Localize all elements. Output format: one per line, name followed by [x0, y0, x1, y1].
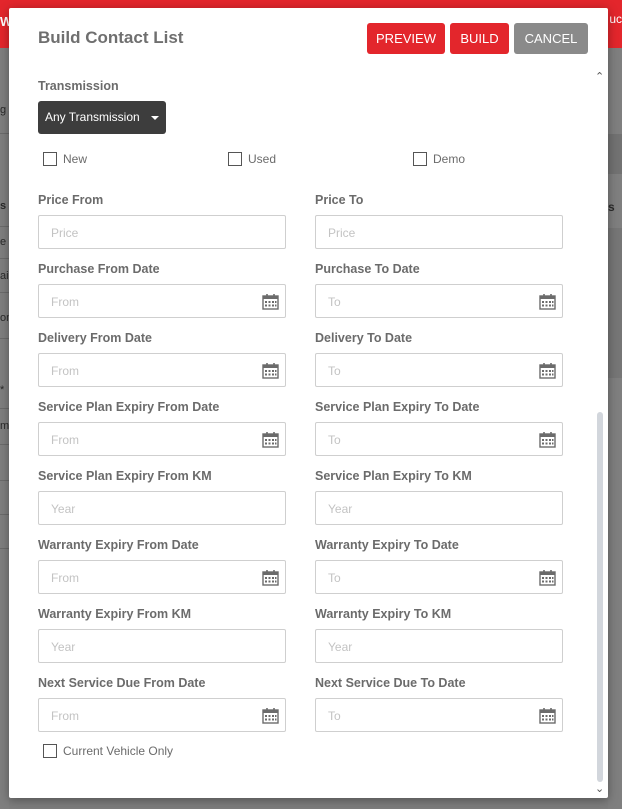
checkbox-demo-box[interactable] [413, 152, 427, 166]
cancel-button[interactable]: CANCEL [514, 23, 588, 54]
price-from-label: Price From [38, 193, 104, 207]
purchase-to-date-input[interactable]: To [315, 284, 563, 318]
caret-down-icon [151, 116, 159, 120]
checkbox-used[interactable]: Used [228, 152, 276, 166]
next-service-due-to-date-label: Next Service Due To Date [315, 676, 466, 690]
modal-header: Build Contact List PREVIEW BUILD CANCEL [9, 8, 608, 66]
modal-title: Build Contact List [38, 28, 184, 47]
calendar-icon[interactable] [539, 707, 556, 724]
transmission-label: Transmission [38, 79, 119, 93]
purchase-from-date-input[interactable]: From [38, 284, 286, 318]
warranty-expiry-from-km-input[interactable]: Year [38, 629, 286, 663]
build-button[interactable]: BUILD [450, 23, 509, 54]
warranty-expiry-from-date-placeholder: From [51, 571, 79, 585]
calendar-icon[interactable] [262, 362, 279, 379]
purchase-to-placeholder: To [328, 295, 341, 309]
next-service-due-to-date-input[interactable]: To [315, 698, 563, 732]
calendar-icon[interactable] [262, 293, 279, 310]
service-plan-expiry-to-date-placeholder: To [328, 433, 341, 447]
scrollbar-thumb[interactable] [597, 412, 603, 782]
calendar-icon[interactable] [539, 362, 556, 379]
scroll-up-icon[interactable]: ⌃ [595, 70, 604, 83]
service-plan-expiry-from-km-placeholder: Year [51, 502, 76, 516]
transmission-dropdown[interactable]: Any Transmission [38, 101, 166, 134]
service-plan-expiry-to-km-placeholder: Year [328, 502, 353, 516]
service-plan-expiry-from-km-input[interactable]: Year [38, 491, 286, 525]
checkbox-demo[interactable]: Demo [413, 152, 465, 166]
checkbox-used-label: Used [248, 152, 277, 166]
next-service-due-from-date-input[interactable]: From [38, 698, 286, 732]
price-to-placeholder: Price [328, 226, 356, 240]
warranty-expiry-from-date-label: Warranty Expiry From Date [38, 538, 199, 552]
warranty-expiry-to-km-placeholder: Year [328, 640, 353, 654]
checkbox-used-box[interactable] [228, 152, 242, 166]
calendar-icon[interactable] [262, 569, 279, 586]
warranty-expiry-to-km-label: Warranty Expiry To KM [315, 607, 452, 621]
calendar-icon[interactable] [262, 431, 279, 448]
checkbox-current-vehicle-only-label: Current Vehicle Only [63, 744, 174, 758]
service-plan-expiry-to-date-label: Service Plan Expiry To Date [315, 400, 480, 414]
delivery-from-date-input[interactable]: From [38, 353, 286, 387]
service-plan-expiry-from-km-label: Service Plan Expiry From KM [38, 469, 212, 483]
next-service-due-to-placeholder: To [328, 709, 341, 723]
background-left-column: g s e ai on * m [0, 48, 12, 809]
warranty-expiry-from-km-placeholder: Year [51, 640, 76, 654]
checkbox-demo-label: Demo [433, 152, 466, 166]
warranty-expiry-to-date-placeholder: To [328, 571, 341, 585]
purchase-to-date-label: Purchase To Date [315, 262, 420, 276]
warranty-expiry-to-km-input[interactable]: Year [315, 629, 563, 663]
build-contact-list-modal: Build Contact List PREVIEW BUILD CANCEL … [9, 8, 608, 798]
purchase-from-placeholder: From [51, 295, 79, 309]
checkbox-new-box[interactable] [43, 152, 57, 166]
preview-button[interactable]: PREVIEW [367, 23, 445, 54]
purchase-from-date-label: Purchase From Date [38, 262, 160, 276]
delivery-to-placeholder: To [328, 364, 341, 378]
warranty-expiry-from-km-label: Warranty Expiry From KM [38, 607, 192, 621]
checkbox-current-vehicle-only[interactable]: Current Vehicle Only [43, 744, 173, 758]
service-plan-expiry-from-date-placeholder: From [51, 433, 79, 447]
checkbox-current-vehicle-only-box[interactable] [43, 744, 57, 758]
price-from-input[interactable]: Price [38, 215, 286, 249]
service-plan-expiry-from-date-input[interactable]: From [38, 422, 286, 456]
background-topbar-text-right: uc [609, 12, 622, 26]
service-plan-expiry-to-km-input[interactable]: Year [315, 491, 563, 525]
price-to-label: Price To [315, 193, 364, 207]
calendar-icon[interactable] [539, 431, 556, 448]
warranty-expiry-to-date-label: Warranty Expiry To Date [315, 538, 459, 552]
price-to-input[interactable]: Price [315, 215, 563, 249]
checkbox-new-label: New [63, 152, 88, 166]
checkbox-new[interactable]: New [43, 152, 87, 166]
delivery-to-date-label: Delivery To Date [315, 331, 413, 345]
warranty-expiry-from-date-input[interactable]: From [38, 560, 286, 594]
next-service-due-from-placeholder: From [51, 709, 79, 723]
delivery-from-placeholder: From [51, 364, 79, 378]
transmission-selected-value: Any Transmission [45, 110, 140, 124]
calendar-icon[interactable] [539, 569, 556, 586]
delivery-from-date-label: Delivery From Date [38, 331, 152, 345]
price-from-placeholder: Price [51, 226, 79, 240]
delivery-to-date-input[interactable]: To [315, 353, 563, 387]
calendar-icon[interactable] [262, 707, 279, 724]
background-right-column: s [608, 48, 622, 809]
warranty-expiry-to-date-input[interactable]: To [315, 560, 563, 594]
service-plan-expiry-to-date-input[interactable]: To [315, 422, 563, 456]
scroll-down-icon[interactable]: ⌄ [595, 782, 604, 795]
service-plan-expiry-from-date-label: Service Plan Expiry From Date [38, 400, 220, 414]
calendar-icon[interactable] [539, 293, 556, 310]
service-plan-expiry-to-km-label: Service Plan Expiry To KM [315, 469, 472, 483]
next-service-due-from-date-label: Next Service Due From Date [38, 676, 206, 690]
